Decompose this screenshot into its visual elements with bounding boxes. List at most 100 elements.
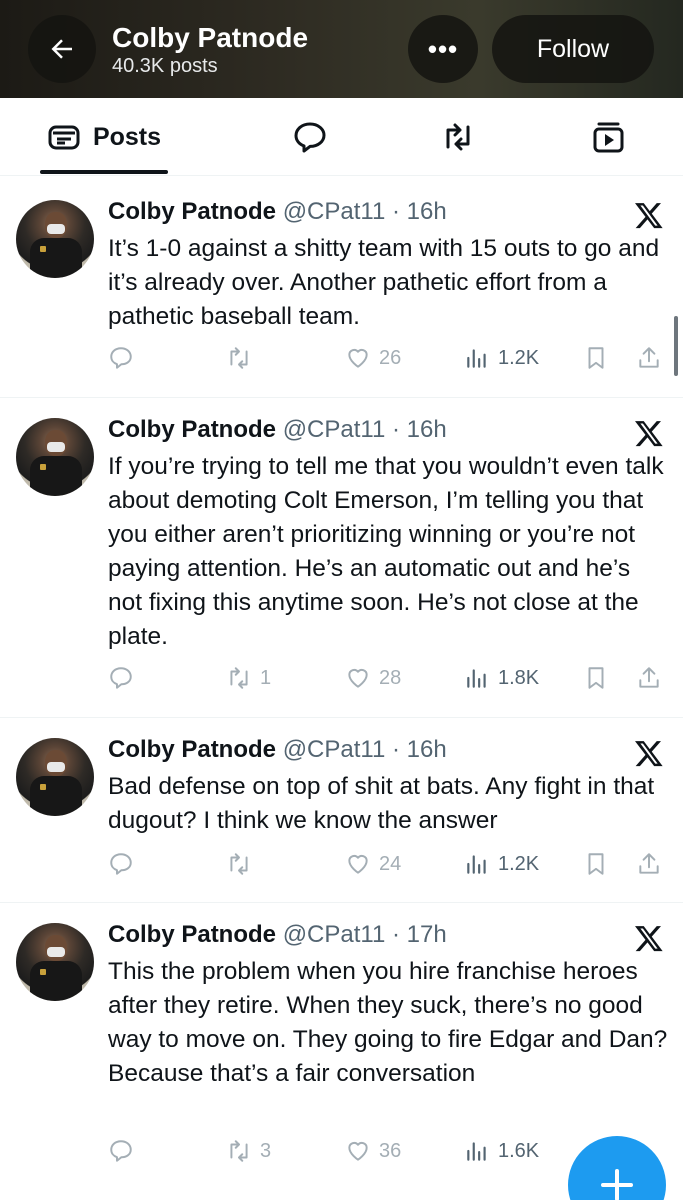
views-button[interactable]: 1.2K	[464, 847, 539, 881]
profile-tabs: Posts	[0, 98, 683, 176]
author-handle[interactable]: @CPat11	[283, 416, 386, 443]
repost-button[interactable]: 3	[226, 1134, 271, 1168]
avatar[interactable]	[16, 738, 94, 816]
reply-button[interactable]	[108, 847, 142, 881]
tweet-text: If you’re trying to tell me that you wou…	[108, 453, 664, 650]
tweet-actions: 1 28 1.8K	[0, 661, 683, 695]
post-time[interactable]: 16h	[407, 736, 447, 763]
author-name[interactable]: Colby Patnode	[108, 736, 276, 763]
view-count: 1.6K	[498, 1139, 540, 1162]
share-button[interactable]	[636, 661, 662, 695]
tab-posts[interactable]: Posts	[40, 98, 168, 176]
share-button[interactable]	[636, 341, 662, 375]
like-button[interactable]: 26	[345, 341, 401, 375]
heart-icon	[348, 854, 368, 874]
author-handle[interactable]: @CPat11	[283, 198, 386, 225]
avatar[interactable]	[16, 200, 94, 278]
share-icon	[639, 667, 659, 688]
author-handle[interactable]: @CPat11	[283, 736, 386, 763]
bookmark-button[interactable]	[583, 661, 609, 695]
post-time[interactable]: 17h	[407, 921, 447, 948]
tweet-text: Bad defense on top of shit at bats. Any …	[108, 773, 655, 834]
tweet-text: This the problem when you hire franchise…	[108, 958, 668, 1087]
tweet-header: Colby Patnode @CPat11 · 16h	[108, 736, 447, 763]
scrollbar[interactable]	[674, 316, 678, 376]
post-time[interactable]: 16h	[407, 198, 447, 225]
tweet[interactable]: Colby Patnode @CPat11 · 17h This the pro…	[0, 903, 683, 1193]
posts-icon	[48, 125, 80, 150]
like-count: 28	[379, 666, 402, 689]
repost-button[interactable]	[226, 847, 260, 881]
reply-button[interactable]	[108, 341, 142, 375]
views-button[interactable]: 1.2K	[464, 341, 539, 375]
tweet[interactable]: Colby Patnode @CPat11 · 16h It’s 1-0 aga…	[0, 180, 683, 398]
reply-icon	[110, 347, 132, 369]
view-count: 1.2K	[498, 852, 540, 875]
repost-icon	[230, 1140, 248, 1162]
tab-media[interactable]	[578, 98, 638, 176]
x-logo-icon	[635, 203, 663, 229]
profile-header: Colby Patnode 40.3K posts ••• Follow	[0, 0, 683, 98]
tab-reposts[interactable]	[428, 98, 488, 176]
replies-icon	[294, 122, 326, 153]
views-icon	[467, 349, 486, 368]
reply-icon	[110, 1140, 132, 1162]
views-button[interactable]: 1.6K	[464, 1134, 539, 1168]
like-button[interactable]: 24	[345, 847, 401, 881]
bookmark-button[interactable]	[583, 847, 609, 881]
tweet-actions: 26 1.2K	[0, 341, 683, 375]
tab-replies[interactable]	[280, 98, 340, 176]
reply-icon	[110, 667, 132, 689]
like-count: 36	[379, 1139, 402, 1162]
tweet-header: Colby Patnode @CPat11 · 16h	[108, 198, 447, 225]
x-logo-icon	[635, 741, 663, 767]
post-time[interactable]: 16h	[407, 416, 447, 443]
x-logo-icon	[635, 421, 663, 447]
active-tab-indicator	[40, 170, 168, 174]
tweet-text: It’s 1-0 against a shitty team with 15 o…	[108, 235, 660, 330]
follow-button[interactable]: Follow	[492, 15, 654, 83]
author-name[interactable]: Colby Patnode	[108, 198, 276, 225]
views-icon	[467, 1142, 486, 1161]
post-count: 40.3K posts	[112, 55, 218, 77]
author-handle[interactable]: @CPat11	[283, 921, 386, 948]
repost-button[interactable]: 1	[226, 661, 271, 695]
repost-count: 1	[260, 666, 272, 689]
bookmark-icon	[588, 347, 604, 369]
tweet-header: Colby Patnode @CPat11 · 17h	[108, 921, 447, 948]
avatar[interactable]	[16, 923, 94, 1001]
author-name[interactable]: Colby Patnode	[108, 921, 276, 948]
x-logo-icon	[635, 926, 663, 952]
bookmark-icon	[588, 667, 604, 689]
author-name[interactable]: Colby Patnode	[108, 416, 276, 443]
tweet[interactable]: Colby Patnode @CPat11 · 16h If you’re tr…	[0, 398, 683, 718]
views-icon	[467, 855, 486, 874]
reply-button[interactable]	[108, 1134, 142, 1168]
back-button[interactable]	[28, 15, 96, 83]
compose-plus-icon	[601, 1169, 633, 1200]
view-count: 1.2K	[498, 346, 540, 369]
like-button[interactable]: 28	[345, 661, 401, 695]
media-icon	[593, 122, 624, 153]
reply-icon	[110, 853, 132, 875]
bookmark-button[interactable]	[583, 341, 609, 375]
reply-button[interactable]	[108, 661, 142, 695]
tweet-header: Colby Patnode @CPat11 · 16h	[108, 416, 447, 443]
avatar[interactable]	[16, 418, 94, 496]
reposts-icon	[446, 123, 470, 151]
share-button[interactable]	[636, 847, 662, 881]
views-button[interactable]: 1.8K	[464, 661, 539, 695]
heart-icon	[348, 348, 368, 368]
share-icon	[639, 347, 659, 368]
like-button[interactable]: 36	[345, 1134, 401, 1168]
arrow-left-icon	[51, 39, 72, 59]
like-count: 26	[379, 346, 402, 369]
like-count: 24	[379, 852, 402, 875]
tweet[interactable]: Colby Patnode @CPat11 · 16h Bad defense …	[0, 718, 683, 903]
profile-name: Colby Patnode	[112, 22, 309, 53]
repost-button[interactable]	[226, 341, 260, 375]
bookmark-icon	[588, 853, 604, 875]
tab-posts-label: Posts	[92, 122, 162, 151]
more-options-button[interactable]: •••	[408, 15, 478, 83]
view-count: 1.8K	[498, 666, 540, 689]
